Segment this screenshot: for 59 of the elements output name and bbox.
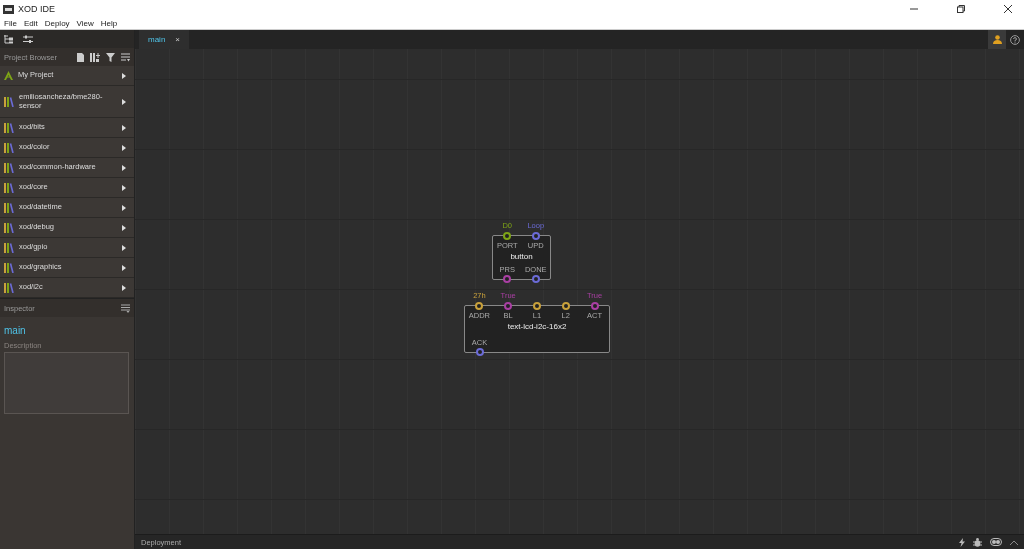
menu-item[interactable]: View — [76, 18, 94, 28]
menu-item[interactable]: File — [4, 18, 17, 28]
books-icon — [4, 142, 14, 153]
expand-arrow-icon[interactable] — [122, 204, 126, 211]
books-icon — [4, 122, 14, 133]
input-pin[interactable] — [533, 302, 541, 310]
user-icon — [992, 35, 1002, 44]
expand-arrow-icon[interactable] — [122, 184, 126, 191]
window-title: XOD IDE — [18, 3, 55, 14]
input-pin[interactable] — [561, 302, 570, 310]
expand-arrow-icon[interactable] — [122, 164, 126, 171]
node-title: button — [509, 251, 534, 263]
expand-arrow-icon[interactable] — [122, 264, 126, 271]
input-pin[interactable] — [504, 302, 513, 310]
filter-icon[interactable] — [106, 52, 115, 62]
expand-arrow-icon[interactable] — [122, 244, 126, 251]
books-icon — [4, 222, 14, 233]
books-icon — [4, 262, 14, 273]
description-field[interactable] — [4, 352, 129, 414]
expand-arrow-icon[interactable] — [122, 144, 126, 151]
library-add-icon[interactable] — [90, 52, 100, 62]
patch-name: main — [4, 325, 27, 336]
output-pin[interactable] — [531, 275, 540, 283]
menu-item[interactable]: Help — [100, 18, 118, 28]
input-pin[interactable] — [531, 232, 540, 240]
expand-arrow-icon[interactable] — [122, 98, 126, 105]
input-pin[interactable] — [590, 302, 599, 310]
books-icon — [4, 182, 14, 193]
output-pin[interactable] — [475, 348, 484, 356]
bug-icon[interactable] — [973, 537, 982, 547]
output-pin[interactable] — [503, 275, 512, 283]
tab[interactable]: main × — [139, 30, 189, 49]
menu-item[interactable]: Deploy — [44, 18, 70, 28]
sort-icon[interactable] — [121, 52, 130, 62]
restore-icon[interactable] — [957, 4, 965, 13]
books-icon — [4, 162, 14, 173]
menu-icon[interactable] — [121, 303, 130, 313]
account-button[interactable] — [988, 30, 1006, 49]
expand-arrow-icon[interactable] — [122, 224, 126, 231]
expand-arrow-icon[interactable] — [122, 124, 126, 131]
books-icon — [4, 202, 14, 213]
new-file-icon[interactable] — [77, 52, 84, 62]
sliders-icon[interactable] — [23, 34, 33, 44]
input-pin[interactable] — [475, 302, 484, 310]
node-title: text-lcd-i2c-16x2 — [506, 321, 568, 333]
books-icon — [4, 96, 14, 107]
input-pin[interactable] — [503, 232, 512, 240]
project-icon — [4, 71, 13, 80]
serial-monitor-icon[interactable] — [990, 538, 1002, 546]
lightning-icon[interactable] — [959, 537, 965, 547]
tree-icon[interactable] — [4, 34, 14, 44]
menu-item[interactable]: Edit — [23, 18, 38, 28]
expand-arrow-icon[interactable] — [122, 284, 126, 291]
expand-arrow-icon[interactable] — [122, 72, 126, 79]
caret-up-icon[interactable] — [1010, 539, 1018, 545]
close-icon[interactable] — [1004, 4, 1012, 13]
books-icon — [4, 242, 14, 253]
books-icon — [4, 282, 14, 293]
help-icon — [1010, 34, 1020, 45]
